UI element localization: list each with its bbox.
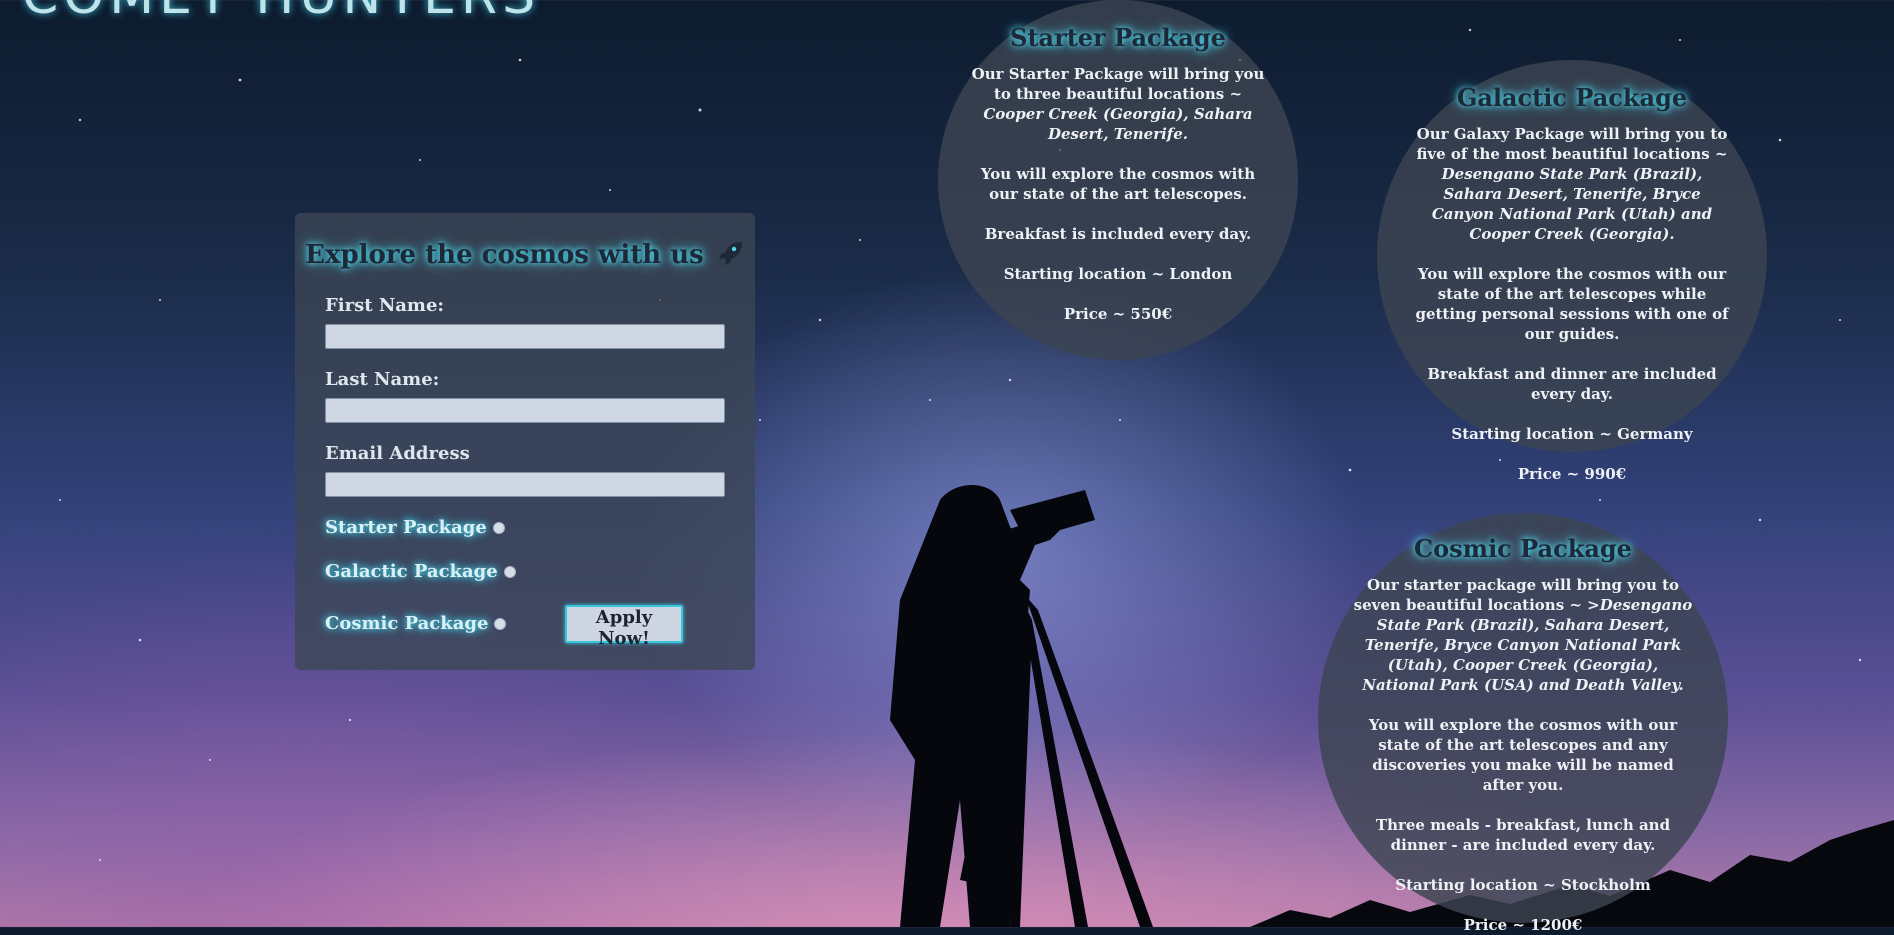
- radio-galactic-button[interactable]: [503, 565, 516, 578]
- signup-form-panel: Explore the cosmos with us First Name: L…: [295, 213, 755, 670]
- cosmic-package-price: Price ~ 1200€: [1463, 916, 1583, 934]
- first-name-input[interactable]: [325, 324, 725, 349]
- starter-package-meals: Breakfast is included every day.: [984, 225, 1252, 243]
- form-title: Explore the cosmos with us: [295, 239, 755, 270]
- galactic-package-price: Price ~ 990€: [1517, 465, 1627, 483]
- radio-cosmic-button[interactable]: [494, 617, 507, 630]
- starter-package-description: Our Starter Package will bring you to th…: [971, 65, 1265, 143]
- apply-now-button[interactable]: Apply Now!: [565, 605, 683, 649]
- galactic-package-description: Our Galaxy Package will bring you to fiv…: [1416, 125, 1728, 243]
- astronomer-silhouette: [890, 485, 1153, 927]
- cosmic-package-explore: You will explore the cosmos with our sta…: [1368, 716, 1678, 794]
- galactic-package-explore: You will explore the cosmos with our sta…: [1415, 265, 1729, 343]
- radio-cosmic-package[interactable]: Cosmic Package: [325, 613, 507, 634]
- rocket-icon: [718, 242, 742, 265]
- radio-starter-package[interactable]: Starter Package: [325, 517, 505, 538]
- radio-label-galactic: Galactic Package: [325, 561, 498, 582]
- radio-galactic-package[interactable]: Galactic Package: [325, 561, 516, 582]
- galactic-package-meals: Breakfast and dinner are included every …: [1427, 365, 1717, 403]
- starter-package-start: Starting location ~ London: [1003, 265, 1233, 283]
- cosmic-package-card: Cosmic Package Our starter package will …: [1318, 513, 1728, 934]
- cosmic-package-description: Our starter package will bring you to se…: [1353, 576, 1693, 694]
- first-name-label: First Name:: [325, 295, 445, 316]
- last-name-input[interactable]: [325, 398, 725, 423]
- starter-package-card: Starter Package Our Starter Package will…: [938, 0, 1298, 360]
- radio-label-starter: Starter Package: [325, 517, 487, 538]
- cosmic-package-title: Cosmic Package: [1414, 534, 1632, 563]
- starter-package-title: Starter Package: [1010, 23, 1226, 52]
- galactic-package-title: Galactic Package: [1456, 83, 1688, 112]
- galactic-package-card: Galactic Package Our Galaxy Package will…: [1377, 60, 1767, 483]
- email-input[interactable]: [325, 472, 725, 497]
- last-name-label: Last Name:: [325, 369, 440, 390]
- cosmic-package-meals: Three meals - breakfast, lunch and dinne…: [1375, 816, 1671, 854]
- galactic-package-start: Starting location ~ Germany: [1451, 425, 1693, 443]
- starter-package-price: Price ~ 550€: [1063, 305, 1173, 323]
- starter-package-explore: You will explore the cosmos with our sta…: [980, 165, 1256, 203]
- radio-label-cosmic: Cosmic Package: [325, 613, 489, 634]
- radio-starter-button[interactable]: [492, 521, 505, 534]
- brand-title: COMET HUNTERS: [22, 0, 540, 26]
- cosmic-package-start: Starting location ~ Stockholm: [1395, 876, 1651, 894]
- email-label: Email Address: [325, 443, 470, 464]
- form-title-text: Explore the cosmos with us: [305, 240, 704, 270]
